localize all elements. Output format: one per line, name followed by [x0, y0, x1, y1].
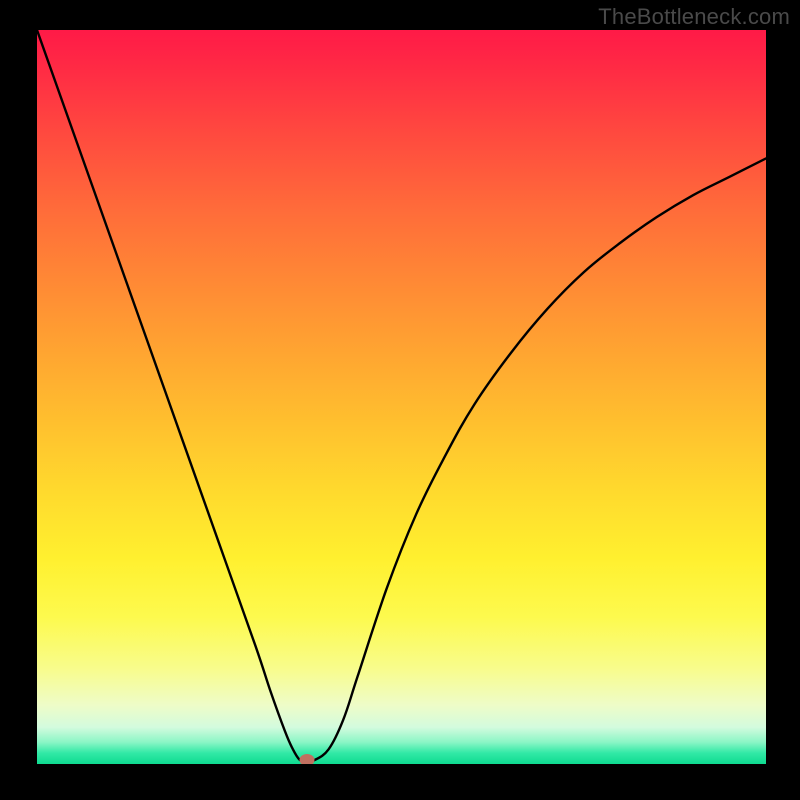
- bottleneck-curve: [37, 30, 766, 762]
- watermark-text: TheBottleneck.com: [598, 4, 790, 30]
- chart-line-svg: [37, 30, 766, 764]
- plot-area: [37, 30, 766, 764]
- optimal-point-marker: [299, 754, 314, 764]
